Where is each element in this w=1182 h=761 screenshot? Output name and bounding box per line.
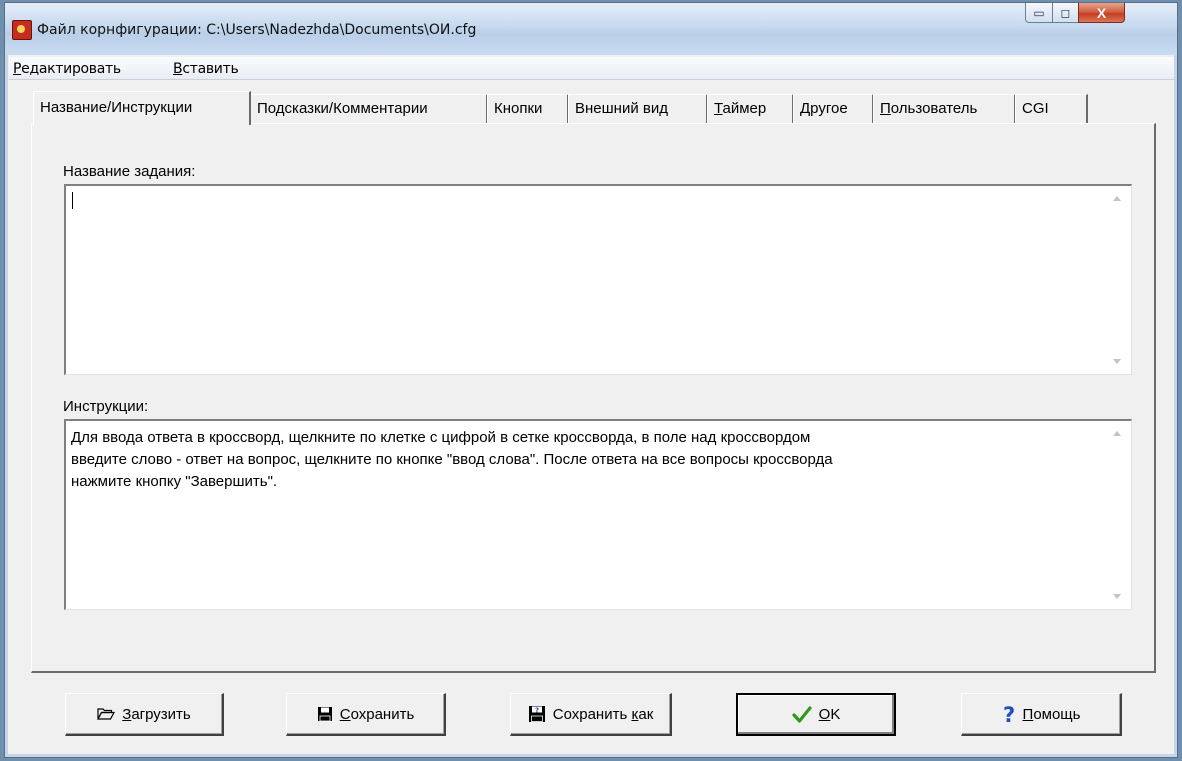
instructions-field-label: Инструкции: <box>63 398 149 415</box>
scroll-up-icon[interactable] <box>1113 196 1121 201</box>
close-button[interactable]: X <box>1078 3 1125 23</box>
tab-user[interactable]: Пользователь <box>873 94 1016 123</box>
help-label-mnemonic: П <box>1022 705 1034 723</box>
tab-label: Кнопки <box>494 100 543 117</box>
close-icon: X <box>1096 4 1107 21</box>
title-textarea[interactable] <box>64 184 1132 375</box>
menu-insert-rest: ставить <box>182 61 239 77</box>
minimize-button[interactable]: ▭ <box>1025 3 1053 23</box>
load-button[interactable]: Загрузить <box>65 693 224 736</box>
load-label-rest: агрузить <box>131 705 191 723</box>
text-caret <box>72 192 73 209</box>
tab-buttons[interactable]: Кнопки <box>487 94 569 123</box>
tab-label-rest: ользователь <box>890 100 978 117</box>
svg-text:?: ? <box>535 707 539 715</box>
menu-edit-rest: едактировать <box>21 61 121 77</box>
minimize-icon: ▭ <box>1033 5 1045 20</box>
tab-label: Т <box>714 100 723 117</box>
floppy-disk-icon <box>317 706 333 722</box>
app-icon[interactable] <box>12 20 32 40</box>
ok-button[interactable]: OK <box>736 693 896 736</box>
tab-timer[interactable]: Таймер <box>707 94 794 123</box>
blue-question-mark-icon: ? <box>1002 704 1016 724</box>
tab-title-instructions[interactable]: Название/Инструкции <box>33 91 251 125</box>
menu-edit[interactable]: Редактировать <box>13 61 121 77</box>
tab-label: П <box>880 100 891 117</box>
tab-label: Название/Инструкции <box>40 99 193 116</box>
instructions-scrollbar[interactable] <box>1103 421 1131 609</box>
menu-edit-mnemonic: Р <box>13 61 22 77</box>
help-button[interactable]: ? Помощь <box>961 693 1122 736</box>
tab-label: Подсказки/Комментарии <box>257 100 428 117</box>
tab-label: CGI <box>1022 100 1049 117</box>
tab-other[interactable]: Другое <box>793 94 874 123</box>
tab-label: Внешний вид <box>575 100 668 117</box>
tab-label: Другое <box>800 100 848 117</box>
scroll-down-icon[interactable] <box>1113 594 1121 599</box>
tab-cgi[interactable]: CGI <box>1015 94 1088 123</box>
menu-bar: Редактировать Вставить <box>9 57 1174 80</box>
title-bar[interactable]: Файл корнфигурации: C:\Users\Nadezhda\Do… <box>5 3 1177 55</box>
instructions-textarea[interactable]: Для ввода ответа в кроссворд, щелкните п… <box>64 419 1132 610</box>
save-button[interactable]: Сохранить <box>286 693 446 736</box>
ok-label-mnemonic: O <box>818 706 831 723</box>
maximize-button[interactable]: ◻ <box>1052 3 1079 23</box>
load-label-mnemonic: З <box>122 705 132 723</box>
instructions-text-value: Для ввода ответа в кроссворд, щелкните п… <box>71 429 833 490</box>
tab-panel: Название задания: Инструкции: Для ввода … <box>31 123 1156 673</box>
svg-text:?: ? <box>1003 704 1015 724</box>
tab-hints-comments[interactable]: Подсказки/Комментарии <box>250 94 488 123</box>
floppy-disk-question-icon: ? <box>528 705 546 723</box>
tab-label-rest: аймер <box>722 100 767 117</box>
save-label-rest: охранить <box>350 705 415 723</box>
window-title: Файл корнфигурации: C:\Users\Nadezhda\Do… <box>37 22 477 38</box>
save-as-label-pre: Сохранить <box>552 705 632 723</box>
save-as-button[interactable]: ? Сохранить как <box>510 693 672 736</box>
menu-insert-mnemonic: В <box>173 61 183 77</box>
folder-open-icon <box>97 707 116 721</box>
save-label-mnemonic: С <box>339 705 351 723</box>
scroll-up-icon[interactable] <box>1113 431 1121 436</box>
help-label-rest: омощь <box>1033 705 1081 723</box>
save-as-label-rest: ак <box>638 705 654 723</box>
menu-insert[interactable]: Вставить <box>173 61 239 77</box>
scroll-down-icon[interactable] <box>1113 359 1121 364</box>
title-scrollbar[interactable] <box>1103 186 1131 374</box>
title-field-label: Название задания: <box>63 163 196 180</box>
green-checkmark-icon <box>792 705 812 724</box>
maximize-icon: ◻ <box>1060 5 1071 20</box>
ok-label-rest: K <box>830 706 841 723</box>
tab-appearance[interactable]: Внешний вид <box>568 94 708 123</box>
